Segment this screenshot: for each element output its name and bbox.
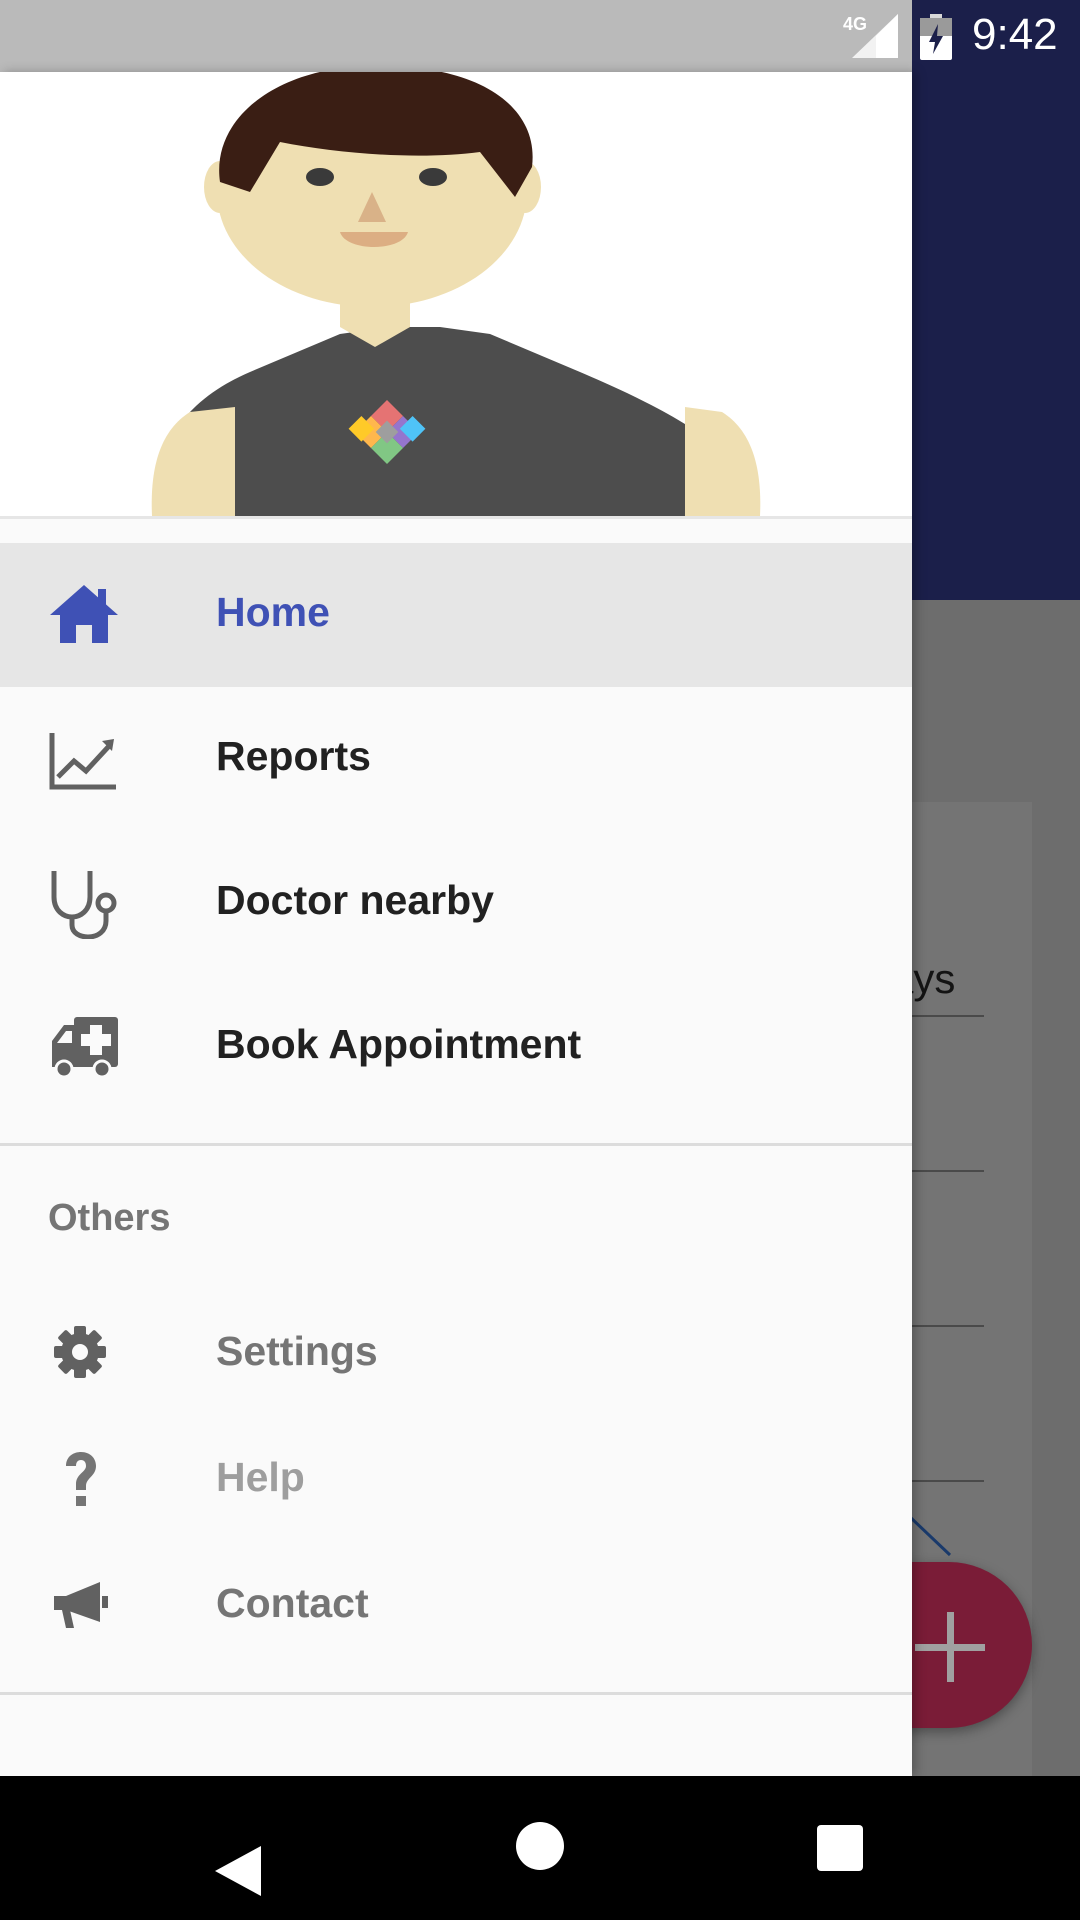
signal-icon [852, 14, 898, 58]
plus-icon [915, 1612, 985, 1682]
drawer-item-help[interactable]: Help [0, 1416, 912, 1542]
home-button[interactable] [516, 1822, 564, 1870]
status-bar: 4G 9:42 [0, 0, 1080, 72]
drawer-item-doctor-nearby[interactable]: Doctor nearby [0, 831, 912, 975]
recents-button[interactable] [817, 1825, 863, 1871]
question-icon [66, 1452, 96, 1506]
drawer-item-home[interactable]: Home [0, 543, 912, 687]
drawer-item-label: Help [216, 1454, 305, 1500]
drawer-item-label: Settings [216, 1328, 378, 1374]
chart-line-icon [49, 733, 116, 790]
drawer-item-reports[interactable]: Reports [0, 687, 912, 831]
drawer-item-label: Contact [216, 1580, 369, 1626]
drawer-header [0, 72, 912, 519]
status-bar-drawer-section [0, 0, 912, 72]
status-time: 9:42 [972, 10, 1058, 59]
drawer-item-label: Home [216, 589, 330, 635]
drawer-item-label: Book Appointment [216, 1021, 582, 1067]
megaphone-icon [54, 1582, 108, 1628]
gear-icon [54, 1326, 106, 1378]
drawer-item-contact[interactable]: Contact [0, 1542, 912, 1668]
back-icon[interactable] [215, 1846, 261, 1896]
drawer-item-book-appointment[interactable]: Book Appointment [0, 975, 912, 1119]
drawer-divider [0, 1692, 912, 1695]
avatar[interactable] [140, 72, 770, 516]
drawer-item-settings[interactable]: Settings [0, 1290, 912, 1416]
stethoscope-icon [51, 871, 117, 939]
navigation-drawer: Home Reports Doctor nearby Book Appointm… [0, 72, 912, 1776]
home-icon [50, 585, 118, 643]
drawer-section-title: Others [48, 1197, 171, 1239]
ambulance-icon [52, 1017, 118, 1079]
drawer-divider [0, 1143, 912, 1146]
drawer-item-label: Doctor nearby [216, 877, 494, 923]
battery-charging-icon [920, 14, 952, 60]
drawer-item-label: Reports [216, 733, 371, 779]
